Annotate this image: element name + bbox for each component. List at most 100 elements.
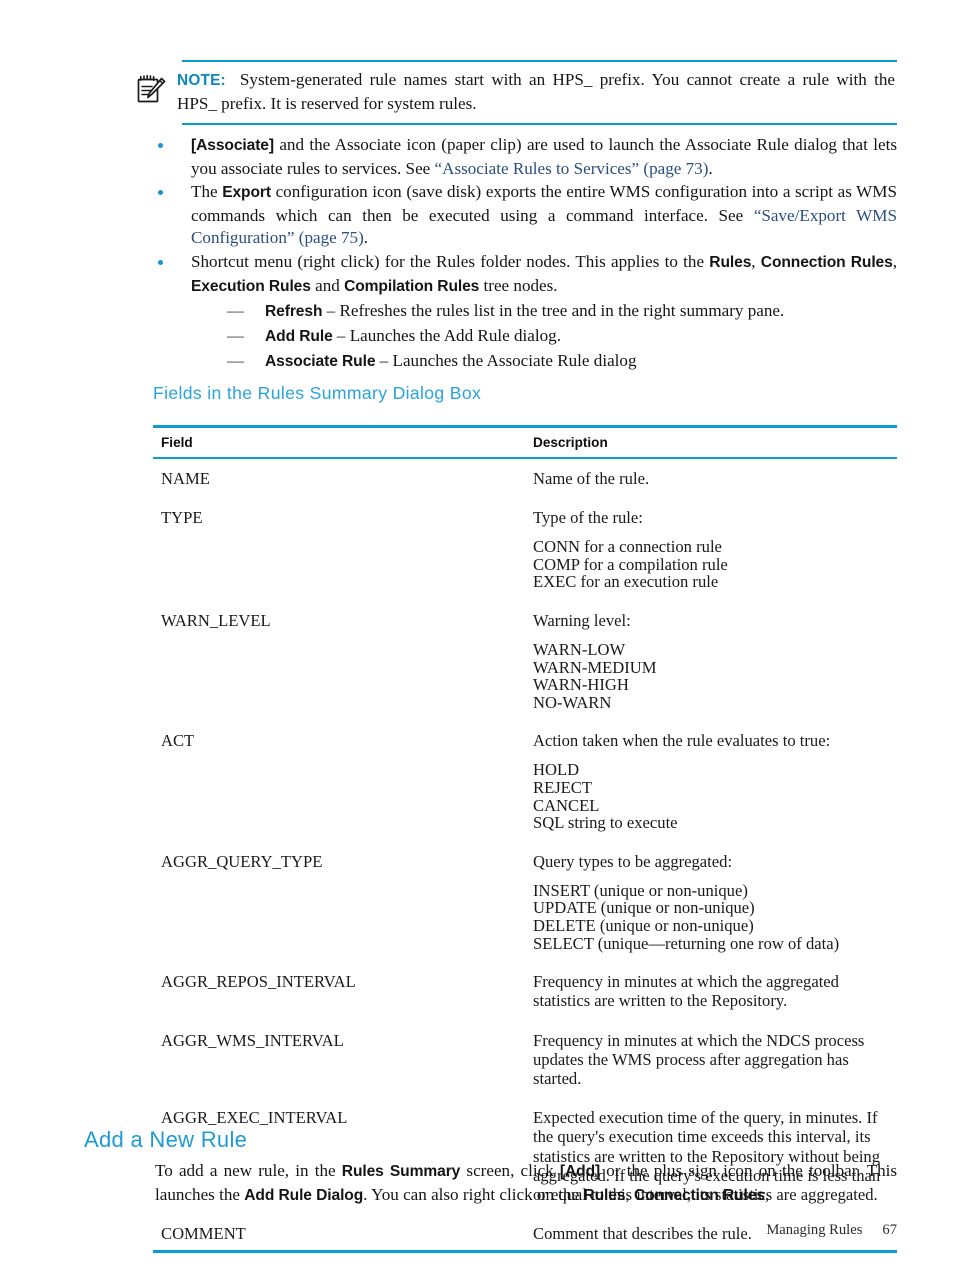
cell-field-name: NAME (161, 469, 210, 488)
body-text: screen, click (460, 1161, 560, 1180)
cell-description: Type of the rule: CONN for a connection r… (525, 498, 897, 601)
sub-text-add-rule: Add Rule – Launches the Add Rule dialog. (265, 324, 897, 349)
description-value-list: WARN-LOW WARN-MEDIUM WARN-HIGH NO-WARN (533, 641, 897, 711)
emphasis-text: Compilation Rules (344, 277, 480, 295)
body-text: Shortcut menu (right click) for the Rule… (191, 251, 710, 271)
emphasis-text: Rules (583, 1186, 626, 1204)
column-header-field: Field (153, 425, 525, 459)
emphasis-text: Execution Rules (191, 277, 311, 295)
description-value-item: WARN-HIGH (533, 675, 629, 695)
table-row: NAME Name of the rule. (153, 458, 897, 498)
description-value-list: HOLD REJECT CANCEL SQL string to execute (533, 761, 897, 831)
emphasis-text: Rules Summary (341, 1163, 461, 1180)
description-lead-text: Frequency in minutes at which the NDCS p… (533, 1030, 865, 1088)
cell-description: Frequency in minutes at which the NDCS p… (525, 1021, 897, 1099)
cell-field-name: AGGR_WMS_INTERVAL (161, 1030, 344, 1050)
bullet-dot-icon (155, 181, 191, 196)
body-text: The (191, 182, 223, 202)
note-label: NOTE: (177, 72, 226, 89)
cell-field-name: AGGR_QUERY_TYPE (161, 851, 323, 871)
page-section-heading: Add a New Rule (84, 1127, 248, 1152)
footer-page-number: 67 (882, 1222, 897, 1238)
body-text: , (764, 1184, 770, 1204)
cell-description: Query types to be aggregated: INSERT (uni… (525, 842, 897, 962)
cell-description: Frequency in minutes at which the aggreg… (525, 962, 897, 1020)
description-value-item: CONN for a connection rule (533, 537, 722, 557)
bullet-item-export: The Export configuration icon (save disk… (155, 181, 897, 250)
cell-field-name: TYPE (161, 508, 203, 528)
cell-description: Warning level: WARN-LOW WARN-MEDIUM WARN-HI… (525, 601, 897, 721)
description-value-item: WARN-LOW (533, 639, 626, 659)
emphasis-text: [Associate] (191, 137, 274, 154)
bullet-text-shortcut-menu: Shortcut menu (right click) for the Rule… (191, 251, 897, 374)
dash-bullet-icon: — (227, 326, 244, 346)
description-lead-text: Action taken when the rule evaluates to … (533, 731, 831, 751)
fields-summary-table: Field Description NAME Name of the rule. T… (153, 425, 897, 1254)
note-bottom-rule (182, 123, 897, 125)
sub-item-refresh: — Refresh – Refreshes the rules list in … (227, 299, 897, 324)
body-text: . (708, 158, 713, 178)
emphasis-text: Connection Rules (633, 1186, 765, 1204)
description-value-item: SELECT (unique—returning one row of data… (533, 933, 840, 953)
description-value-item: HOLD (533, 760, 580, 780)
section-paragraph: To add a new rule, in the Rules Summary … (155, 1160, 897, 1207)
body-text: , (892, 251, 897, 271)
emphasis-text: Rules (709, 253, 752, 271)
bullet-item-associate: [Associate] and the Associate icon (pape… (155, 134, 897, 180)
description-value-list: INSERT (unique or non-unique) UPDATE (uni… (533, 882, 897, 952)
emphasis-text: Connection Rules (760, 253, 893, 271)
emphasis-text: Export (222, 184, 271, 202)
footer-chapter-title: Managing Rules (766, 1222, 863, 1238)
bullet-text-export: The Export configuration icon (save disk… (191, 181, 897, 250)
description-value-item: WARN-MEDIUM (533, 657, 657, 677)
column-header-description: Description (525, 425, 897, 459)
table-row: AGGR_WMS_INTERVAL Frequency in minutes at… (153, 1021, 897, 1099)
sub-text-refresh: Refresh – Refreshes the rules list in th… (265, 299, 897, 324)
body-text: , (751, 251, 761, 271)
table-row: ACT Action taken when the rule evaluates … (153, 721, 897, 841)
dash-bullet-icon: — (227, 351, 244, 371)
description-value-item: REJECT (533, 777, 593, 797)
body-text: , (625, 1184, 634, 1204)
body-text: – Launches the Add Rule dialog. (332, 326, 561, 346)
emphasis-text: [Add] (559, 1163, 601, 1180)
description-lead-text: Frequency in minutes at which the aggreg… (533, 972, 839, 1011)
note-admonition: NOTE: System-generated rule names start w… (133, 60, 897, 125)
description-value-item: SQL string to execute (533, 813, 678, 833)
cell-field-name: ACT (161, 731, 195, 751)
sub-text-associate-rule: Associate Rule – Launches the Associate … (265, 349, 897, 374)
dash-bullet-icon: — (227, 301, 244, 321)
note-text-body: NOTE: System-generated rule names start w… (177, 69, 897, 115)
description-value-list: CONN for a connection rule COMP for a com… (533, 538, 897, 591)
emphasis-text: Add Rule (265, 328, 333, 346)
table-row: WARN_LEVEL Warning level: WARN-LOW WARN-MED… (153, 601, 897, 721)
document-page: NOTE: System-generated rule names start w… (0, 0, 954, 1271)
table-row: AGGR_QUERY_TYPE Query types to be aggrega… (153, 842, 897, 962)
description-value-item: CANCEL (533, 795, 600, 815)
description-value-item: DELETE (unique or non-unique) (533, 915, 754, 935)
bullet-text-associate: [Associate] and the Associate icon (pape… (191, 134, 897, 180)
table-header-row: Field Description (153, 425, 897, 459)
description-value-item: NO-WARN (533, 692, 612, 712)
cell-field-name: AGGR_REPOS_INTERVAL (161, 972, 356, 992)
cell-description: Name of the rule. (525, 458, 897, 498)
emphasis-text: Refresh (265, 303, 323, 321)
table-header: Field Description (153, 425, 897, 459)
emphasis-text: Associate Rule (265, 353, 376, 371)
cross-reference-link[interactable]: “Associate Rules to Services” (page 73) (435, 159, 709, 178)
body-text: – Launches the Associate Rule dialog (375, 351, 637, 371)
cell-field-name: WARN_LEVEL (161, 610, 271, 630)
shortcut-menu-sublist: — Refresh – Refreshes the rules list in … (227, 299, 897, 374)
bullet-dot-icon (155, 134, 191, 148)
table-caption: Fields in the Rules Summary Dialog Box (153, 383, 482, 403)
note-pad-pencil-icon (133, 69, 177, 113)
description-lead-text: Type of the rule: (533, 508, 643, 528)
body-text: tree nodes. (479, 275, 558, 295)
description-value-item: UPDATE (unique or non-unique) (533, 898, 755, 918)
cell-description: Action taken when the rule evaluates to … (525, 721, 897, 841)
body-text: – Refreshes the rules list in the tree a… (322, 301, 785, 321)
table-row: TYPE Type of the rule: CONN for a connecti… (153, 498, 897, 601)
sub-item-add-rule: — Add Rule – Launches the Add Rule dialo… (227, 324, 897, 349)
body-text: . (363, 228, 369, 248)
body-text: and (310, 275, 345, 295)
